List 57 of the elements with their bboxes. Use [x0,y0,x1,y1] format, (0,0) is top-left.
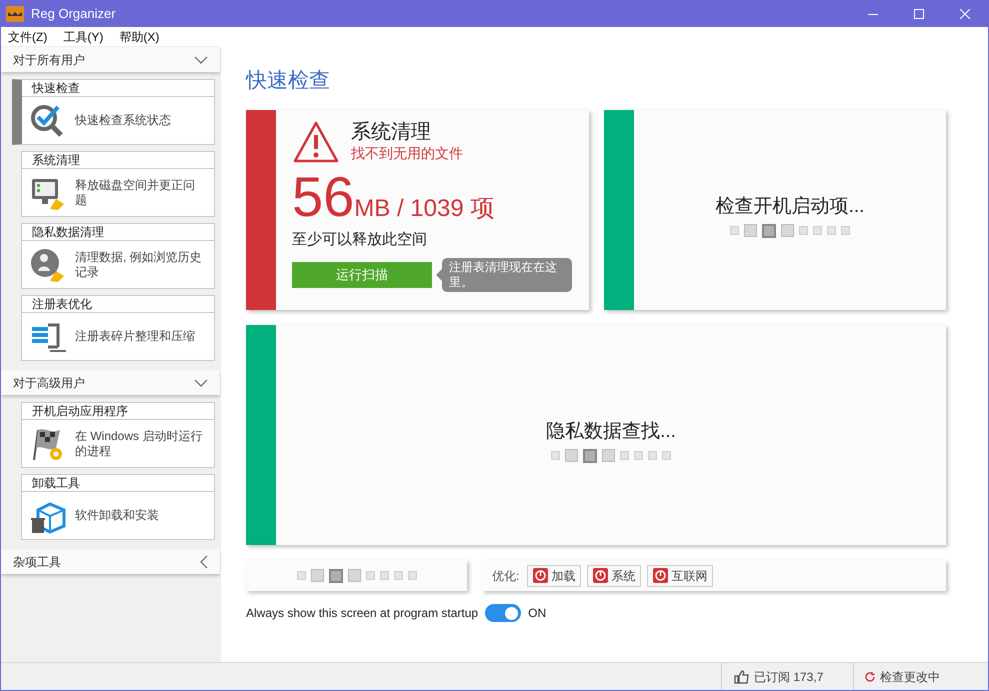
sidebar-item[interactable]: 系统清理 释放磁盘空间并更正问题 [21,151,215,217]
size-unit: MB / 1039 项 [354,195,494,223]
warning-icon [292,120,340,164]
silhouette-broom-icon [30,246,66,282]
power-icon [533,568,548,583]
optimize-button[interactable]: 互联网 [647,564,714,586]
item-description: 快速检查系统状态 [75,113,172,128]
group-header[interactable]: 对于所有用户 [1,47,220,72]
item-title: 系统清理 [22,152,214,169]
subscribed-count: 已订阅 173,7 [754,668,824,686]
item-title: 开机启动应用程序 [22,403,214,420]
chevron-down-icon [194,378,208,386]
close-icon [960,9,970,19]
app-logo-icon [6,6,24,22]
chevron-down-icon [194,56,208,64]
loading-text: 隐私数据查找... [546,420,676,444]
size-number: 56 [292,168,354,226]
chevron-left-icon [200,554,208,568]
card-caption: 至少可以释放此空间 [292,230,428,250]
sidebar-item[interactable]: 开机启动应用程序 在 Windows 启动时运行的进程 [21,402,215,468]
group-header[interactable]: 杂项工具 [1,549,220,574]
window-title: Reg Organizer [31,5,116,24]
menu-item[interactable]: 文件(Z) [8,28,48,46]
startup-label: Always show this screen at program startup [246,605,478,622]
optimize-button[interactable]: 系统 [587,564,642,586]
item-title: 注册表优化 [22,296,214,313]
optimize-button[interactable]: 加载 [527,564,582,586]
sidebar-item[interactable]: 卸载工具 软件卸载和安装 [21,474,215,540]
thumbs-up-icon [734,670,749,684]
item-description: 释放磁盘空间并更正问题 [75,178,196,208]
power-icon [593,568,608,583]
card-subtitle: 找不到无用的文件 [351,144,463,162]
card-title: 系统清理 [351,120,432,144]
menu-item[interactable]: 帮助(X) [119,28,160,46]
item-description: 注册表碎片整理和压缩 [75,329,196,344]
page-title: 快速检查 [246,68,331,94]
startup-toggle[interactable] [485,604,522,622]
refresh-icon [864,670,876,682]
item-description: 在 Windows 启动时运行的进程 [75,428,204,458]
item-description: 清理数据, 例如浏览历史记录 [75,250,203,280]
tooltip: 注册表清理现在在这里。 [442,258,572,292]
tooltip-pointer [436,269,442,281]
sidebar-item[interactable]: 隐私数据清理 清理数据, 例如浏览历史记录 [21,223,215,289]
item-title: 快速检查 [22,80,214,97]
sidebar-item[interactable]: 注册表优化 注册表碎片整理和压缩 [21,295,215,361]
item-description: 软件卸载和安装 [75,508,160,523]
item-title: 卸载工具 [22,475,214,492]
menu-item[interactable]: 工具(Y) [63,28,104,46]
loading-text: 检查开机启动项... [716,194,864,218]
optimize-label: 优化: [492,568,520,584]
group-header[interactable]: 对于高级用户 [1,370,220,395]
maximize-icon [914,9,924,19]
sidebar-item[interactable]: 快速检查 快速检查系统状态 [12,79,215,145]
item-title: 隐私数据清理 [22,224,214,241]
power-icon [653,568,668,583]
checking-status: 检查更改中 [880,668,940,686]
toggle-state: ON [528,605,546,622]
